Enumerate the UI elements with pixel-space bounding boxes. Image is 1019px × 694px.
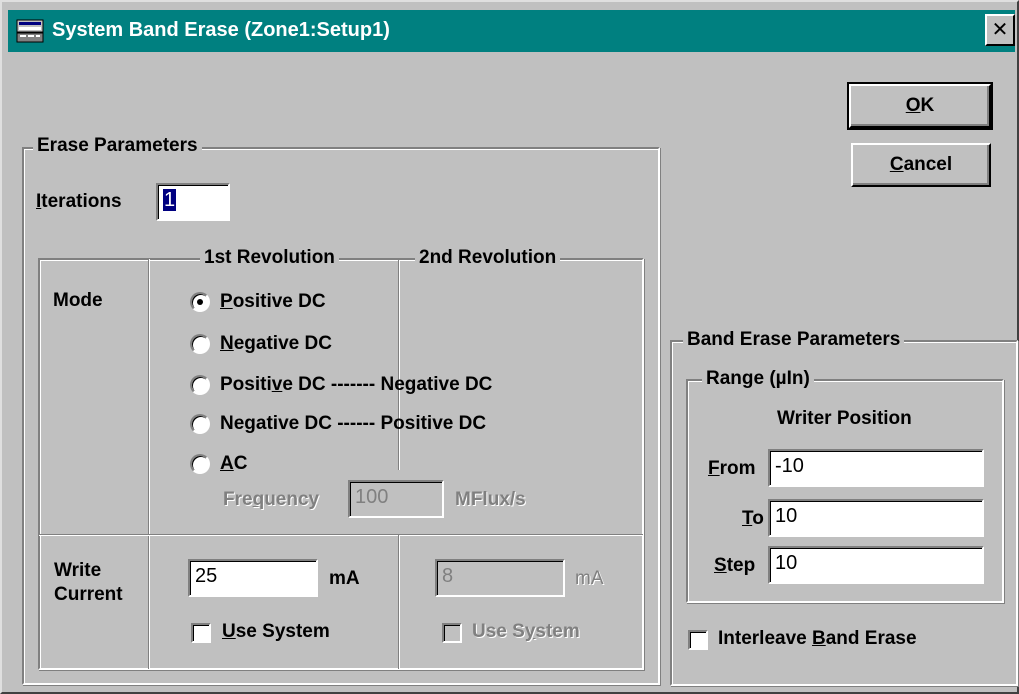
frequency-unit: MFlux/s [455,489,526,510]
mode-radio-positive-negative[interactable] [190,375,210,395]
write-current-label-line1: Write [54,560,102,581]
use-system-checkbox-2[interactable] [442,623,462,643]
ok-button[interactable]: OK [847,82,993,130]
to-input[interactable]: 10 [768,499,984,537]
revolution-divider-bottom [398,535,400,669]
title-bar[interactable]: System Band Erase (Zone1:Setup1) ✕ [8,10,1015,52]
band-erase-parameters-label: Band Erase Parameters [683,329,905,351]
mode-divider-horizontal [39,534,643,536]
range-label: Range (µIn) [702,368,814,390]
interleave-band-erase-label[interactable]: Interleave Band Erase [718,628,917,650]
app-icon [16,19,44,43]
mode-radio-negative-positive[interactable] [190,414,210,434]
mode-label-positive-dc[interactable]: Positive DC [220,291,326,313]
window-title: System Band Erase (Zone1:Setup1) [52,19,390,41]
second-write-current-unit: mA [575,568,604,589]
step-label: Step [714,555,756,576]
interleave-band-erase-checkbox[interactable] [688,630,708,650]
close-button[interactable]: ✕ [985,14,1015,46]
mode-radio-negative-dc[interactable] [190,334,210,354]
mode-label: Mode [53,290,103,311]
mode-label-positive-negative[interactable]: Positive DC ------- Negative DC [220,374,492,396]
mode-label-negative-positive[interactable]: Negative DC ------ Positive DC [220,413,486,435]
mode-radio-positive-dc[interactable] [190,292,210,312]
second-revolution-header: 2nd Revolution [415,247,561,269]
first-write-current-unit: mA [329,568,360,589]
mode-divider-vertical [148,259,150,669]
mode-radio-ac[interactable] [190,454,210,474]
iterations-label: Iterations [36,191,122,212]
use-system-label-1[interactable]: Use System [222,621,330,643]
revolution-divider-top [398,260,400,470]
first-write-current-input[interactable]: 25 [188,559,318,597]
erase-parameters-label: Erase Parameters [33,135,202,157]
step-input[interactable]: 10 [768,546,984,584]
close-icon: ✕ [991,19,1009,41]
first-revolution-header: 1st Revolution [200,247,339,269]
from-input[interactable]: -10 [768,449,984,487]
use-system-label-2[interactable]: Use System [472,621,580,643]
second-write-current-input[interactable]: 8 [435,559,565,597]
from-label: From [708,458,756,479]
frequency-label: Frequency [223,489,320,510]
dialog-window: System Band Erase (Zone1:Setup1) ✕ OK Ca… [0,0,1019,694]
use-system-checkbox-1[interactable] [191,623,211,643]
write-current-label-line2: Current [54,584,123,605]
cancel-button[interactable]: Cancel [851,143,991,187]
mode-label-ac[interactable]: AC [220,453,247,475]
to-label: To [742,508,764,529]
writer-position-label: Writer Position [777,408,912,429]
frequency-input[interactable]: 100 [348,480,444,518]
mode-table [38,258,644,670]
mode-label-negative-dc[interactable]: Negative DC [220,333,332,355]
iterations-input[interactable]: 1 [156,183,230,221]
radio-selected-dot [197,299,203,305]
